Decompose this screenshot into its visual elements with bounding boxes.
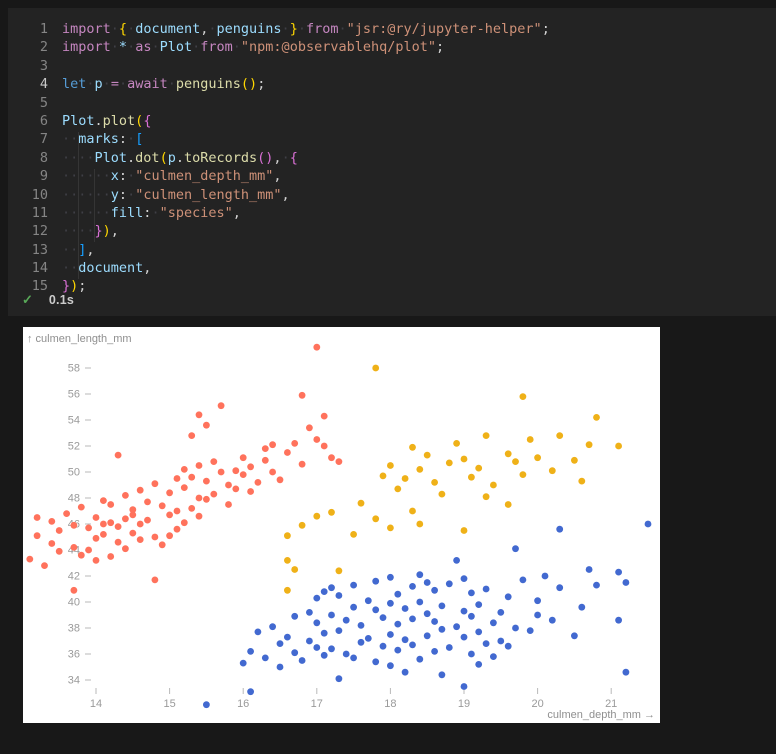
indent-guide (78, 132, 79, 279)
code-line[interactable]: 13··], (8, 241, 776, 259)
svg-text:17: 17 (311, 698, 323, 710)
y-axis-label: ↑ culmen_length_mm (27, 333, 132, 345)
success-check-icon: ✓ (22, 292, 33, 308)
svg-text:36: 36 (68, 649, 80, 661)
svg-text:52: 52 (68, 441, 80, 453)
line-number: 5 (8, 94, 48, 112)
svg-text:40: 40 (68, 597, 80, 609)
svg-text:20: 20 (531, 698, 543, 710)
svg-text:16: 16 (237, 698, 249, 710)
code-line[interactable]: 10······y:·"culmen_length_mm", (8, 186, 776, 204)
notebook-code-cell: 1import·{·document,·penguins·}·from·"jsr… (8, 8, 776, 316)
code-lines: 1import·{·document,·penguins·}·from·"jsr… (8, 20, 776, 296)
code-line[interactable]: 12····}), (8, 222, 776, 240)
indent-guide (94, 169, 95, 242)
svg-text:50: 50 (68, 467, 80, 479)
cell-status-bar: ✓ 0.1s (8, 290, 74, 310)
cell-output-panel: 1415161718192021343638404244464850525456… (23, 327, 660, 723)
execution-duration: 0.1s (49, 293, 74, 307)
svg-text:14: 14 (90, 698, 102, 710)
svg-text:15: 15 (163, 698, 175, 710)
code-line[interactable]: 14··document, (8, 259, 776, 277)
series-blue-dots (203, 521, 651, 709)
x-axis-label: culmen_depth_mm → (547, 709, 655, 721)
code-line[interactable]: 11······fill:·"species", (8, 204, 776, 222)
line-number: 2 (8, 38, 48, 56)
line-number: 7 (8, 130, 48, 148)
code-line[interactable]: 6Plot.plot({ (8, 112, 776, 130)
line-number: 13 (8, 241, 48, 259)
line-number: 12 (8, 222, 48, 240)
code-line[interactable]: 2import·*·as·Plot·from·"npm:@observableh… (8, 38, 776, 56)
line-number: 11 (8, 204, 48, 222)
line-number: 9 (8, 167, 48, 185)
code-line[interactable]: 15}); (8, 277, 776, 295)
svg-text:19: 19 (458, 698, 470, 710)
code-line[interactable]: 8····Plot.dot(p.toRecords(),·{ (8, 149, 776, 167)
svg-text:42: 42 (68, 571, 80, 583)
svg-text:38: 38 (68, 623, 80, 635)
line-number: 14 (8, 259, 48, 277)
line-number: 6 (8, 112, 48, 130)
code-line[interactable]: 7··marks:·[ (8, 130, 776, 148)
line-number: 4 (8, 75, 48, 93)
svg-text:34: 34 (68, 675, 80, 687)
svg-text:18: 18 (384, 698, 396, 710)
code-line[interactable]: 4let·p·=·await·penguins(); (8, 75, 776, 93)
svg-text:58: 58 (68, 363, 80, 375)
line-number: 8 (8, 149, 48, 167)
svg-text:54: 54 (68, 415, 80, 427)
code-line[interactable]: 9······x:·"culmen_depth_mm", (8, 167, 776, 185)
code-editor[interactable]: 1import·{·document,·penguins·}·from·"jsr… (8, 20, 776, 296)
code-line[interactable]: 1import·{·document,·penguins·}·from·"jsr… (8, 20, 776, 38)
scatter-plot: 1415161718192021343638404244464850525456… (23, 327, 660, 723)
code-line[interactable]: 3 (8, 57, 776, 75)
line-number: 3 (8, 57, 48, 75)
line-number: 10 (8, 186, 48, 204)
code-line[interactable]: 5 (8, 94, 776, 112)
line-number: 1 (8, 20, 48, 38)
series-gold-dots (284, 365, 622, 594)
svg-text:48: 48 (68, 493, 80, 505)
svg-text:56: 56 (68, 389, 80, 401)
